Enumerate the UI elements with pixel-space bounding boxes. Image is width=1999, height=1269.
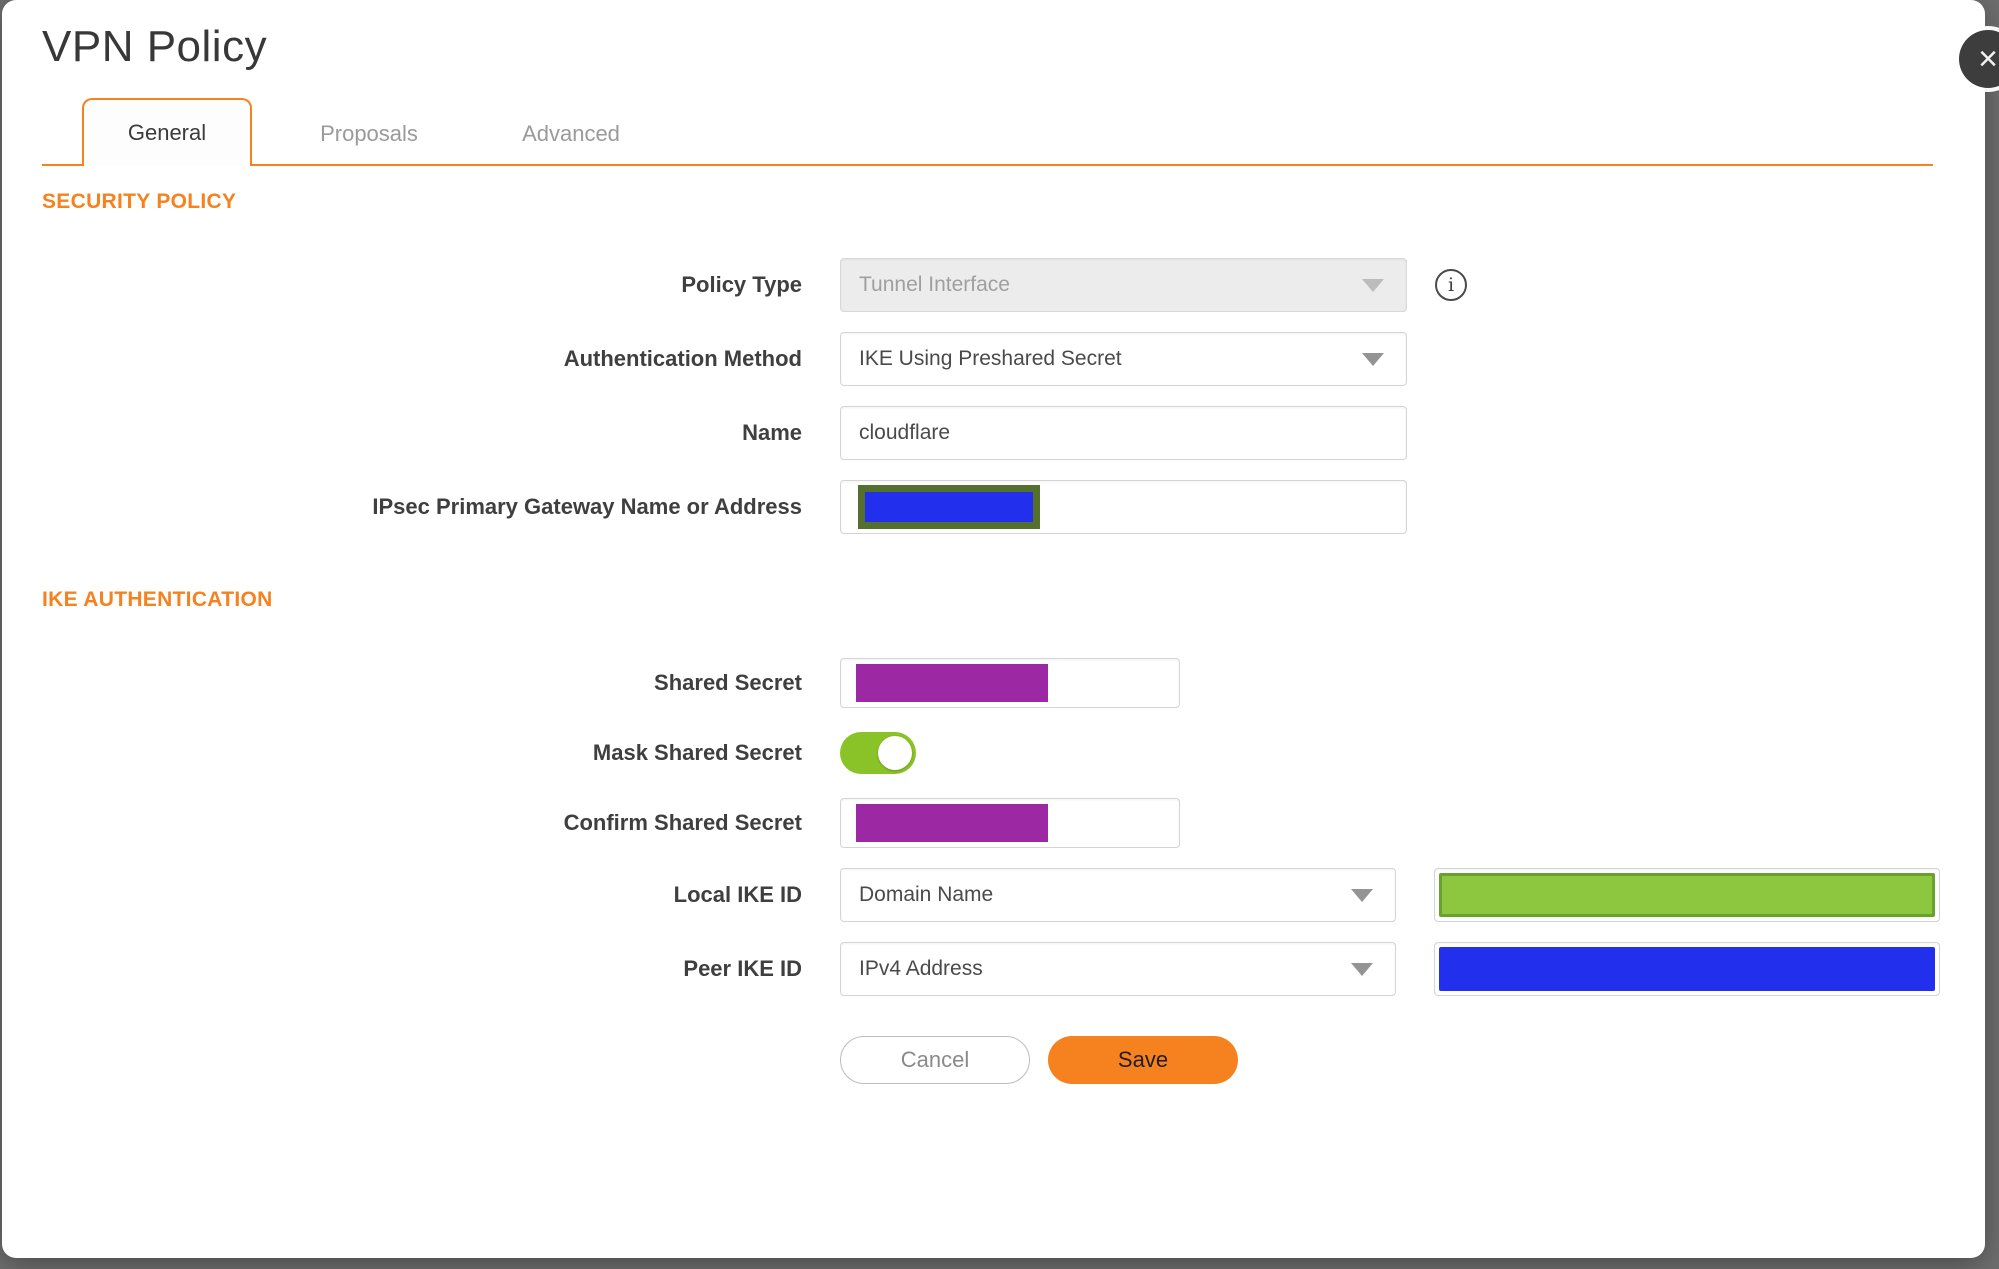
save-button[interactable]: Save	[1048, 1036, 1238, 1084]
peer-ike-id-label: Peer IKE ID	[683, 956, 802, 981]
shared-secret-row: Shared Secret	[42, 658, 1985, 708]
tab-general[interactable]: General	[82, 98, 252, 166]
name-row: Name	[42, 406, 1985, 460]
section-heading-ike-authentication: IKE AUTHENTICATION	[42, 588, 273, 611]
local-ike-id-label: Local IKE ID	[673, 882, 802, 907]
tab-proposals[interactable]: Proposals	[284, 102, 454, 166]
mask-shared-secret-row: Mask Shared Secret	[42, 728, 1985, 778]
info-icon[interactable]: i	[1435, 269, 1467, 301]
redacted-shared-secret-value	[856, 664, 1048, 702]
vpn-policy-dialog: VPN Policy General Proposals Advanced SE…	[2, 0, 1985, 1258]
local-ike-id-value-input[interactable]	[1434, 868, 1940, 922]
authentication-method-label: Authentication Method	[563, 346, 802, 371]
tab-proposals-label: Proposals	[320, 121, 418, 146]
save-button-label: Save	[1117, 1047, 1169, 1072]
tab-advanced-label: Advanced	[522, 121, 620, 146]
cancel-button[interactable]: Cancel	[840, 1036, 1030, 1084]
section-heading-security-policy: SECURITY POLICY	[42, 190, 237, 213]
tab-general-label: General	[127, 120, 207, 145]
tab-bar: General Proposals Advanced	[42, 98, 1985, 166]
redacted-confirm-shared-secret-value	[856, 804, 1048, 842]
name-label: Name	[742, 420, 802, 445]
local-ike-id-type-value: Domain Name	[859, 883, 994, 906]
local-ike-id-row: Local IKE ID Domain Name	[42, 868, 1985, 922]
toggle-knob	[878, 736, 912, 770]
redacted-local-ike-id-value	[1439, 873, 1935, 917]
gateway-row: IPsec Primary Gateway Name or Address	[42, 480, 1985, 534]
policy-type-value: Tunnel Interface	[859, 273, 1010, 296]
gateway-input[interactable]	[840, 480, 1407, 534]
info-icon-glyph: i	[1447, 273, 1455, 296]
peer-ike-id-row: Peer IKE ID IPv4 Address	[42, 942, 1985, 996]
policy-type-label: Policy Type	[681, 272, 802, 297]
name-input[interactable]	[840, 406, 1407, 460]
chevron-down-icon	[1362, 353, 1384, 366]
dialog-actions: Cancel Save	[42, 1036, 1985, 1084]
redacted-peer-ike-id-value	[1439, 947, 1935, 991]
policy-type-select: Tunnel Interface	[840, 258, 1407, 312]
cancel-button-label: Cancel	[900, 1047, 970, 1072]
local-ike-id-type-select[interactable]: Domain Name	[840, 868, 1396, 922]
peer-ike-id-value-input[interactable]	[1434, 942, 1940, 996]
gateway-label: IPsec Primary Gateway Name or Address	[372, 494, 802, 519]
close-icon: ×	[1978, 40, 1998, 78]
confirm-shared-secret-input[interactable]	[840, 798, 1180, 848]
shared-secret-input[interactable]	[840, 658, 1180, 708]
shared-secret-label: Shared Secret	[654, 670, 802, 695]
chevron-down-icon	[1351, 889, 1373, 902]
ike-authentication-form: Shared Secret Mask Shared Secret Confirm…	[42, 658, 1985, 1084]
confirm-shared-secret-label: Confirm Shared Secret	[563, 810, 802, 835]
chevron-down-icon	[1351, 963, 1373, 976]
authentication-method-value: IKE Using Preshared Secret	[859, 347, 1122, 370]
redacted-gateway-value	[858, 485, 1040, 529]
mask-shared-secret-toggle[interactable]	[840, 732, 916, 774]
dialog-title: VPN Policy	[42, 22, 268, 71]
confirm-shared-secret-row: Confirm Shared Secret	[42, 798, 1985, 848]
authentication-method-row: Authentication Method IKE Using Preshare…	[42, 332, 1985, 386]
security-policy-form: Policy Type Tunnel Interface i Authentic…	[42, 258, 1985, 534]
authentication-method-select[interactable]: IKE Using Preshared Secret	[840, 332, 1407, 386]
chevron-down-icon	[1362, 279, 1384, 292]
mask-shared-secret-label: Mask Shared Secret	[592, 740, 802, 765]
policy-type-row: Policy Type Tunnel Interface i	[42, 258, 1985, 312]
peer-ike-id-type-select[interactable]: IPv4 Address	[840, 942, 1396, 996]
tab-advanced[interactable]: Advanced	[486, 102, 656, 166]
peer-ike-id-type-value: IPv4 Address	[859, 957, 983, 980]
